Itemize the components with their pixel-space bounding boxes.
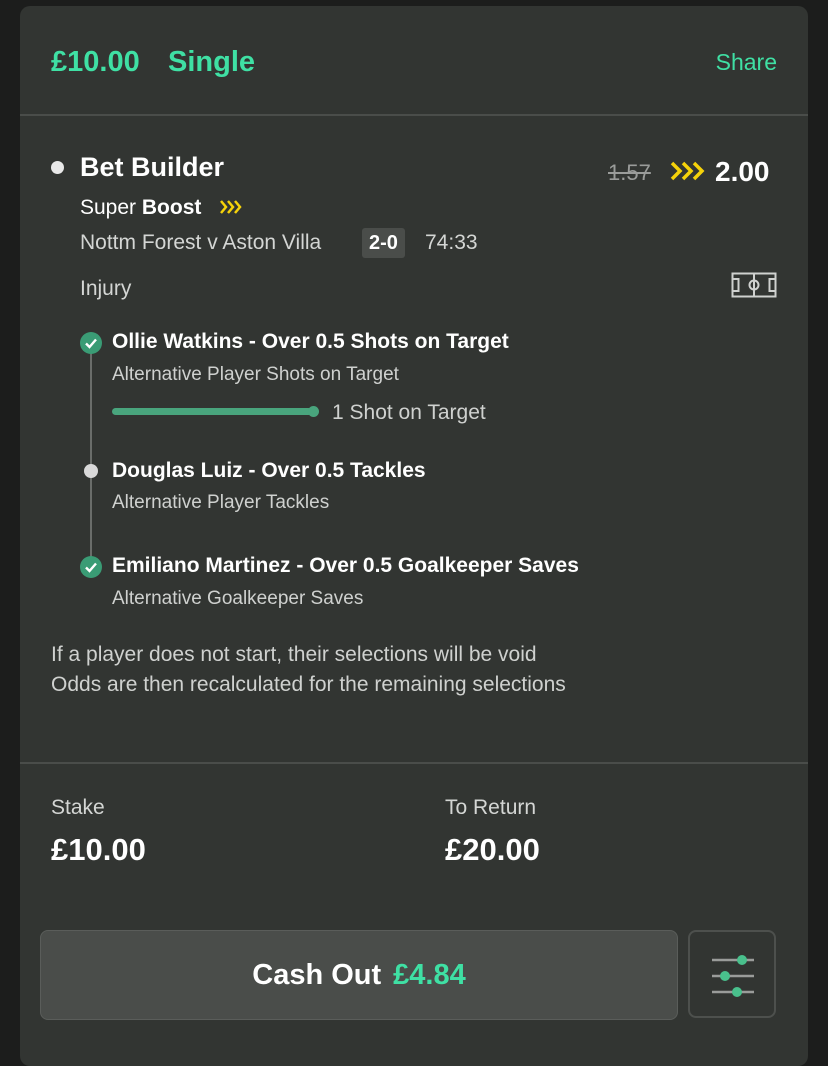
leg-3-title: Emiliano Martinez - Over 0.5 Goalkeeper … (112, 554, 579, 577)
leg-3-subtitle: Alternative Goalkeeper Saves (112, 588, 364, 609)
match-status: Injury (80, 277, 132, 300)
bet-type: Single (168, 46, 256, 78)
leg-2-title: Douglas Luiz - Over 0.5 Tackles (112, 459, 426, 482)
legs-timeline (90, 346, 92, 572)
super-text: Super (80, 196, 137, 219)
leg-2-subtitle: Alternative Player Tackles (112, 492, 330, 513)
leg-1-subtitle: Alternative Player Shots on Target (112, 364, 399, 385)
match-clock: 74:33 (425, 231, 478, 254)
stake-label: Stake (51, 796, 105, 819)
original-odds: 1.57 (608, 160, 651, 185)
leg-1-title: Ollie Watkins - Over 0.5 Shots on Target (112, 330, 509, 353)
leg-1-progress-bar (112, 408, 312, 415)
boosted-odds: 2.00 (715, 156, 770, 187)
bet-amount: £10.00 (51, 46, 140, 78)
match-name: Nottm Forest v Aston Villa (80, 231, 322, 254)
return-value: £20.00 (445, 832, 540, 867)
pitch-icon[interactable] (731, 272, 777, 298)
selection-dot (51, 161, 64, 174)
score-badge: 2-0 (362, 228, 405, 258)
super-boost-arrows-icon (220, 200, 242, 214)
share-link[interactable]: Share (716, 49, 777, 76)
super-boost-label: Super Boost (80, 196, 201, 220)
bet-header: £10.00 Single Share (20, 6, 808, 116)
cash-out-label: Cash Out (252, 958, 382, 991)
return-label: To Return (445, 796, 537, 819)
summary-divider (20, 762, 808, 764)
leg-1-check-icon (80, 332, 102, 354)
leg-1-progress-knob (308, 406, 319, 417)
void-note: If a player does not start, their select… (51, 643, 537, 666)
cash-out-amount: £4.84 (393, 958, 466, 991)
bet-card: £10.00 Single Share Bet Builder 1.57 2.0… (20, 6, 808, 1066)
recalc-note: Odds are then recalculated for the remai… (51, 673, 566, 696)
cash-out-button[interactable]: Cash Out £4.84 (40, 930, 678, 1020)
boost-text: Boost (141, 196, 202, 219)
sliders-icon (712, 955, 754, 997)
bet-builder-title: Bet Builder (80, 152, 225, 182)
leg-3-check-icon (80, 556, 102, 578)
boost-arrows-icon (670, 161, 705, 181)
leg-2-pending-dot (84, 464, 98, 478)
leg-1-progress-label: 1 Shot on Target (332, 401, 486, 424)
cash-out-settings-button[interactable] (688, 930, 776, 1018)
stake-value: £10.00 (51, 832, 146, 867)
